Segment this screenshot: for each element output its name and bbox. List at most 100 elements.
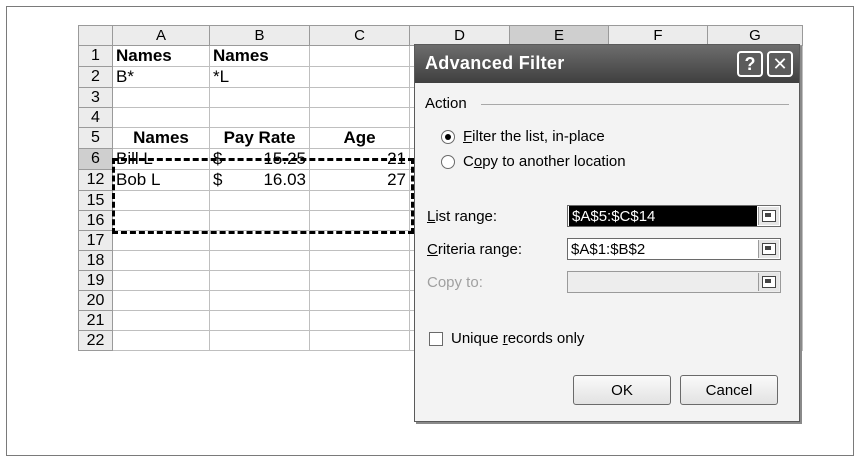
cell[interactable] <box>209 210 310 231</box>
row-header[interactable]: 22 <box>78 330 113 351</box>
radio-filter-in-place[interactable]: Filter the list, in-place <box>441 128 605 145</box>
cell-c12[interactable]: 27 <box>309 169 410 191</box>
cell-b12[interactable]: $16.03 <box>209 169 310 191</box>
currency-symbol: $ <box>213 170 223 190</box>
cell-a6[interactable]: Bill L <box>112 148 210 170</box>
cell-b1[interactable]: Names <box>209 45 310 67</box>
column-header-a[interactable]: A <box>112 25 210 46</box>
help-button[interactable]: ? <box>737 51 763 77</box>
row-header[interactable]: 16 <box>78 210 113 231</box>
copy-to-value <box>568 272 758 292</box>
cell-a2[interactable]: B* <box>112 66 210 88</box>
collapse-dialog-icon[interactable] <box>758 207 779 225</box>
cell[interactable] <box>112 250 210 271</box>
column-header-e[interactable]: E <box>509 25 609 46</box>
row-header[interactable]: 18 <box>78 250 113 271</box>
unique-records-checkbox[interactable] <box>429 331 443 346</box>
cell-c6[interactable]: 21 <box>309 148 410 170</box>
row-header[interactable]: 4 <box>78 107 113 128</box>
list-range-input[interactable]: $A$5:$C$14 <box>567 205 781 227</box>
cell-a12[interactable]: Bob L <box>112 169 210 191</box>
cell[interactable] <box>209 190 310 211</box>
cell[interactable] <box>209 230 310 251</box>
copy-to-label: Copy to: <box>427 274 483 291</box>
cell[interactable] <box>209 107 310 128</box>
cell[interactable] <box>309 210 410 231</box>
cell[interactable] <box>209 250 310 271</box>
cell[interactable] <box>112 270 210 291</box>
row-header[interactable]: 3 <box>78 87 113 108</box>
cell[interactable] <box>309 190 410 211</box>
cell[interactable] <box>112 210 210 231</box>
cell-c5[interactable]: Age <box>309 127 410 149</box>
unique-records-label: Unique records only <box>451 330 585 347</box>
cell[interactable] <box>209 87 310 108</box>
row-header[interactable]: 17 <box>78 230 113 251</box>
cell[interactable] <box>112 230 210 251</box>
cell[interactable] <box>309 330 410 351</box>
cell[interactable] <box>309 45 410 67</box>
row-header[interactable]: 12 <box>78 169 113 191</box>
radio-filter-label: Filter the list, in-place <box>463 128 605 145</box>
currency-symbol: $ <box>213 149 223 169</box>
cell[interactable] <box>309 310 410 331</box>
criteria-range-input[interactable]: $A$1:$B$2 <box>567 238 781 260</box>
cell[interactable] <box>309 230 410 251</box>
ok-button[interactable]: OK <box>573 375 671 405</box>
row-header[interactable]: 15 <box>78 190 113 211</box>
column-header-g[interactable]: G <box>707 25 803 46</box>
cell[interactable] <box>209 270 310 291</box>
cell[interactable] <box>209 330 310 351</box>
column-header-d[interactable]: D <box>409 25 510 46</box>
column-header-c[interactable]: C <box>309 25 410 46</box>
cell[interactable] <box>309 87 410 108</box>
cell[interactable] <box>309 107 410 128</box>
row-header[interactable]: 2 <box>78 66 113 88</box>
radio-button[interactable] <box>441 154 455 169</box>
cell-b6[interactable]: $15.25 <box>209 148 310 170</box>
radio-button-selected[interactable] <box>441 129 455 144</box>
list-range-value: $A$5:$C$14 <box>569 206 757 226</box>
criteria-range-label: Criteria range: <box>427 241 523 258</box>
cell[interactable] <box>209 310 310 331</box>
collapse-dialog-icon[interactable] <box>758 240 779 258</box>
dialog-title: Advanced Filter <box>425 53 565 73</box>
cell[interactable] <box>112 87 210 108</box>
cell[interactable] <box>309 290 410 311</box>
unique-records-checkbox-row[interactable]: Unique records only <box>429 330 584 347</box>
cell[interactable] <box>112 330 210 351</box>
cell[interactable] <box>209 290 310 311</box>
advanced-filter-dialog: Advanced Filter ? ✕ Action Filter the li… <box>414 44 800 422</box>
row-header[interactable]: 6 <box>78 148 113 170</box>
cell[interactable] <box>112 107 210 128</box>
close-button[interactable]: ✕ <box>767 51 793 77</box>
cell[interactable] <box>309 66 410 88</box>
cell-a1[interactable]: Names <box>112 45 210 67</box>
row-header[interactable]: 20 <box>78 290 113 311</box>
cell[interactable] <box>112 290 210 311</box>
radio-copy-label: Copy to another location <box>463 153 626 170</box>
list-range-label: List range: <box>427 208 498 225</box>
dialog-titlebar[interactable]: Advanced Filter ? ✕ <box>415 45 799 83</box>
cell-value: 16.03 <box>263 170 306 190</box>
cell-b2[interactable]: *L <box>209 66 310 88</box>
row-header[interactable]: 19 <box>78 270 113 291</box>
cell[interactable] <box>309 270 410 291</box>
cell[interactable] <box>112 190 210 211</box>
cancel-button[interactable]: Cancel <box>680 375 778 405</box>
action-group-label: Action <box>425 95 467 112</box>
column-header-b[interactable]: B <box>209 25 310 46</box>
criteria-range-value: $A$1:$B$2 <box>571 240 646 258</box>
row-header[interactable]: 5 <box>78 127 113 149</box>
cell[interactable] <box>309 250 410 271</box>
cell-value: 15.25 <box>263 149 306 169</box>
cell-b5[interactable]: Pay Rate <box>209 127 310 149</box>
select-all-corner[interactable] <box>78 25 113 46</box>
cell[interactable] <box>112 310 210 331</box>
row-header[interactable]: 21 <box>78 310 113 331</box>
column-header-f[interactable]: F <box>608 25 708 46</box>
row-header[interactable]: 1 <box>78 45 113 67</box>
collapse-dialog-icon <box>758 273 779 291</box>
radio-copy-to-location[interactable]: Copy to another location <box>441 153 626 170</box>
cell-a5[interactable]: Names <box>112 127 210 149</box>
